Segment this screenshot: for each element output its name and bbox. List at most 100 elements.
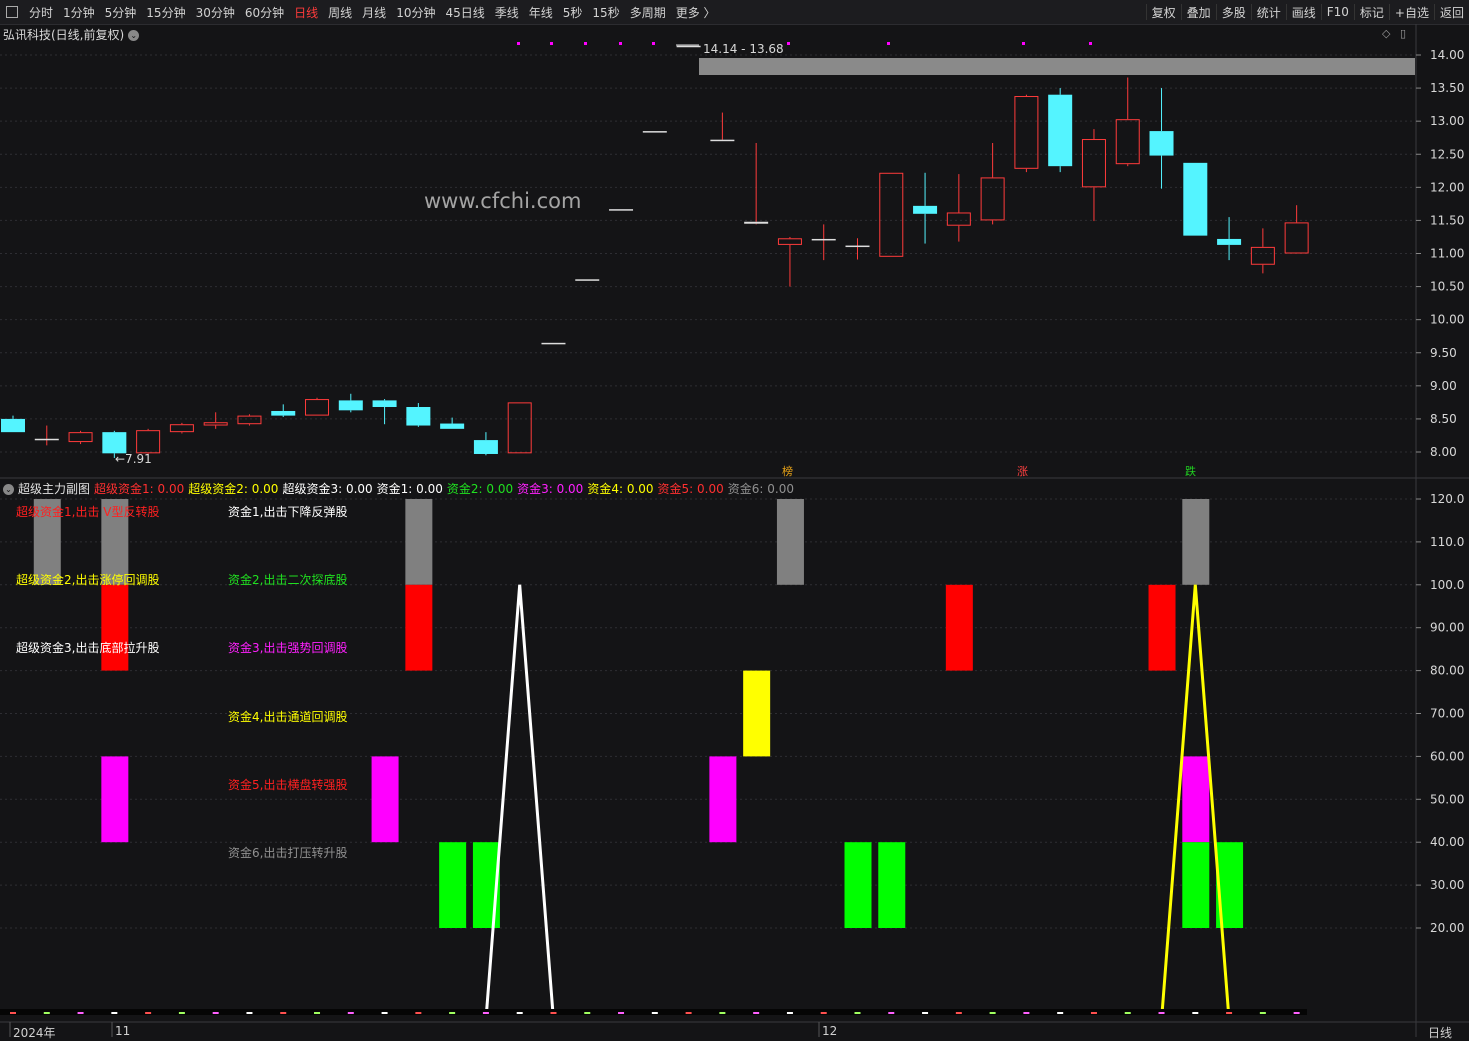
indicator-value: 资金4: 0.00 bbox=[587, 482, 654, 496]
volume-marker bbox=[381, 1012, 388, 1014]
legend-left-item: 超级资金3,出击底部拉升股 bbox=[16, 641, 160, 655]
volume-marker bbox=[1293, 1012, 1300, 1014]
indicator-name[interactable]: 超级主力副图 bbox=[18, 482, 90, 496]
signal-bar bbox=[439, 842, 467, 928]
candle-body bbox=[507, 402, 532, 454]
signal-bar bbox=[776, 499, 804, 585]
legend-right-item: 资金4,出击通道回调股 bbox=[228, 709, 348, 724]
price-tick-label: 9.00 bbox=[1430, 379, 1457, 393]
volume-marker bbox=[1124, 1012, 1131, 1014]
legend-right-item: 资金1,出击下降反弹股 bbox=[228, 505, 348, 519]
signal-dot bbox=[517, 42, 520, 45]
signal-dot bbox=[619, 42, 622, 45]
signal-dot bbox=[652, 42, 655, 45]
volume-marker bbox=[415, 1012, 422, 1014]
signal-dot bbox=[584, 42, 587, 45]
candle-body bbox=[406, 407, 431, 426]
volume-marker bbox=[685, 1012, 692, 1014]
price-tick-label: 9.50 bbox=[1430, 346, 1457, 360]
volume-marker bbox=[1158, 1012, 1165, 1014]
volume-marker bbox=[1057, 1012, 1064, 1014]
volume-marker bbox=[651, 1012, 658, 1014]
indicator-value: 资金5: 0.00 bbox=[657, 482, 724, 496]
signal-dot bbox=[550, 42, 553, 45]
candle-body bbox=[203, 422, 228, 426]
price-tick-label: 13.50 bbox=[1430, 81, 1464, 95]
indicator-tick-label: 120.0 bbox=[1430, 492, 1464, 506]
indicator-tick-label: 60.00 bbox=[1430, 749, 1464, 763]
candle-body bbox=[777, 238, 802, 245]
volume-marker bbox=[111, 1012, 118, 1014]
volume-marker bbox=[888, 1012, 895, 1014]
volume-marker bbox=[246, 1012, 253, 1014]
signal-bar bbox=[709, 756, 737, 843]
indicator-tick-label: 20.00 bbox=[1430, 921, 1464, 935]
candle-body bbox=[102, 432, 127, 454]
volume-marker bbox=[314, 1012, 321, 1014]
candle-body bbox=[1250, 246, 1275, 265]
candle-body bbox=[338, 400, 363, 411]
candle-body bbox=[642, 131, 667, 133]
price-tick-label: 12.00 bbox=[1430, 180, 1464, 194]
signal-tag[interactable]: 涨 bbox=[1017, 463, 1028, 479]
indicator-tick-label: 70.00 bbox=[1430, 707, 1464, 721]
date-label: 12 bbox=[822, 1024, 838, 1038]
indicator-tick-label: 110.0 bbox=[1430, 535, 1464, 549]
volume-marker bbox=[280, 1012, 287, 1014]
signal-bar bbox=[101, 584, 129, 671]
candle-body bbox=[169, 424, 194, 433]
indicator-value: 资金2: 0.00 bbox=[446, 482, 514, 496]
candle-body bbox=[34, 438, 59, 441]
signal-dot bbox=[1089, 42, 1092, 45]
indicator-value: 资金3: 0.00 bbox=[517, 482, 584, 496]
candle-body bbox=[1183, 162, 1208, 236]
candle-body bbox=[676, 45, 701, 48]
signal-dot bbox=[787, 42, 790, 45]
volume-marker bbox=[347, 1012, 354, 1014]
indicator-tick-label: 90.00 bbox=[1430, 621, 1464, 635]
indicator-tick-label: 50.00 bbox=[1430, 792, 1464, 806]
candle-body bbox=[1115, 119, 1140, 165]
legend-right-item: 资金2,出击二次探底股 bbox=[228, 573, 348, 588]
candle-body bbox=[541, 342, 566, 345]
candle-body bbox=[845, 245, 870, 248]
price-tick-label: 11.50 bbox=[1430, 213, 1464, 227]
price-tick-label: 13.00 bbox=[1430, 114, 1464, 128]
candle-body bbox=[710, 139, 735, 142]
price-tick-label: 10.00 bbox=[1430, 313, 1464, 327]
signal-spike bbox=[485, 584, 555, 1011]
indicator-header: ⌄ 超级主力副图 超级资金1: 0.00 超级资金2: 0.00 超级资金3: 0.00… bbox=[3, 480, 798, 497]
volume-marker bbox=[145, 1012, 152, 1014]
signal-bar bbox=[1182, 499, 1210, 585]
date-label: 2024年 bbox=[13, 1026, 56, 1040]
signal-tag[interactable]: 跌 bbox=[1185, 463, 1196, 479]
volume-marker bbox=[516, 1012, 523, 1014]
kline-chart[interactable]: 14.00 13.50 13.00 12.50 12.00 11.50 11.00 10.50… bbox=[0, 0, 1469, 1037]
candle-body bbox=[575, 279, 600, 281]
signal-bar bbox=[743, 670, 771, 757]
signal-bar bbox=[1148, 584, 1176, 671]
indicator-tick-label: 80.00 bbox=[1430, 664, 1464, 678]
indicator-collapse-icon[interactable]: ⌄ bbox=[3, 484, 14, 495]
signal-bar bbox=[878, 842, 906, 928]
candle-body bbox=[980, 177, 1005, 221]
volume-marker bbox=[922, 1012, 929, 1014]
period-label[interactable]: 日线 bbox=[1428, 1024, 1452, 1041]
candle-body bbox=[744, 221, 769, 224]
indicator-value: 资金6: 0.00 bbox=[727, 482, 794, 496]
signal-bar bbox=[405, 499, 433, 585]
signal-bar bbox=[945, 584, 973, 671]
volume-marker bbox=[1090, 1012, 1097, 1014]
price-tick-label: 8.50 bbox=[1430, 412, 1457, 426]
signal-tag[interactable]: 榜 bbox=[782, 463, 793, 479]
legend-right-item: 资金5,出击横盘转强股 bbox=[228, 777, 348, 792]
candle-body bbox=[879, 172, 904, 257]
indicator-value: 超级资金3: 0.00 bbox=[282, 482, 373, 496]
candle-body bbox=[609, 209, 634, 211]
volume-marker bbox=[955, 1012, 962, 1014]
candle-body bbox=[811, 238, 836, 241]
candle-body bbox=[1, 418, 25, 433]
candle-body bbox=[1014, 96, 1039, 169]
volume-marker bbox=[1023, 1012, 1030, 1014]
candle-body bbox=[1048, 94, 1073, 167]
